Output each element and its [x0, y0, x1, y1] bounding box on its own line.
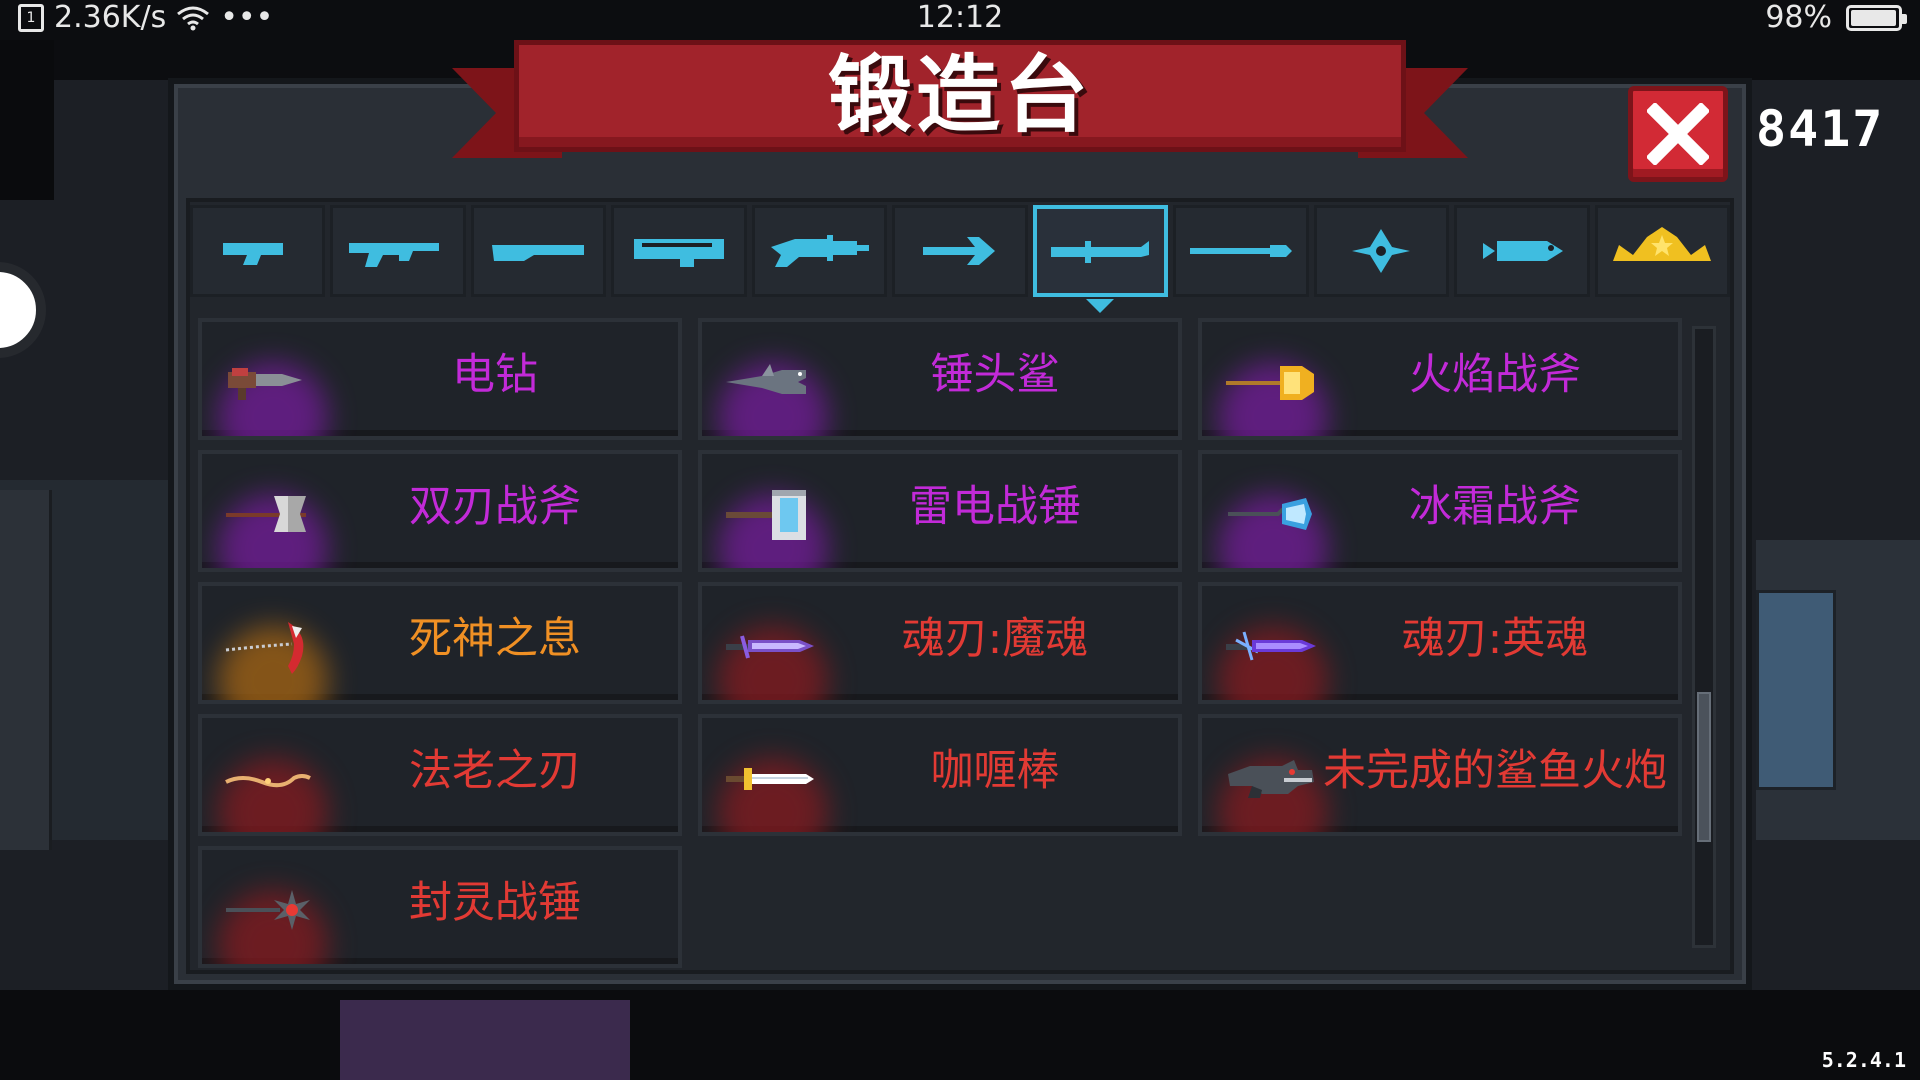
weapon-name: 咖喱棒 [930, 746, 1060, 796]
weapon-item[interactable]: 咖喱棒 [698, 714, 1182, 836]
flame-axe-icon [1226, 366, 1314, 400]
weapon-item[interactable]: 未完成的鲨鱼火炮 [1198, 714, 1682, 836]
weapon-item[interactable]: 封灵战锤 [198, 846, 682, 968]
weapon-name: 双刃战斧 [409, 482, 581, 532]
weapon-name: 死神之息 [409, 614, 581, 664]
frost-axe-icon [1228, 498, 1312, 530]
tab-shuriken[interactable] [1313, 205, 1450, 297]
crown-icon [1613, 227, 1712, 261]
hammerhead-shark-icon [726, 364, 806, 394]
tab-melee-weapon[interactable] [1032, 205, 1169, 313]
double-axe-icon [226, 496, 306, 532]
spear-icon [1189, 245, 1292, 257]
weapon-name: 雷电战锤 [909, 482, 1081, 532]
weapon-item[interactable]: 锤头鲨 [698, 318, 1182, 440]
seal-hammer-icon [226, 890, 310, 930]
tab-arrow-bow[interactable] [892, 205, 1028, 297]
thunder-hammer-icon [726, 490, 806, 540]
weapon-name: 冰霜战斧 [1409, 482, 1581, 532]
weapon-name: 火焰战斧 [1409, 350, 1581, 400]
weapon-item[interactable]: 魂刃:魔魂 [698, 582, 1182, 704]
weapon-name: 魂刃:英魂 [1401, 614, 1589, 664]
tab-rifle[interactable] [330, 205, 466, 297]
soul-blade-demon-icon [726, 635, 814, 659]
tab-launcher[interactable] [611, 205, 747, 297]
joystick-button[interactable] [0, 262, 46, 358]
melee-weapon-icon [1051, 241, 1150, 263]
battery-icon [1846, 4, 1907, 31]
tab-pistol[interactable] [190, 205, 326, 297]
weapon-name: 魂刃:魔魂 [901, 614, 1089, 664]
tab-laser-gun[interactable] [751, 205, 888, 297]
pistol-icon [222, 243, 283, 265]
pharaoh-blade-icon [225, 774, 311, 788]
gem-count: 8417 [1756, 100, 1885, 158]
weapon-item[interactable]: 死神之息 [198, 582, 682, 704]
weapon-name: 未完成的鲨鱼火炮 [1323, 746, 1667, 796]
weapon-item[interactable]: 法老之刃 [198, 714, 682, 836]
status-bar: 1 2.36K/s ••• 12:12 98% [0, 0, 1920, 36]
scythe-icon [225, 622, 304, 674]
shotgun-icon [491, 245, 584, 261]
background-console [1756, 590, 1836, 790]
weapon-item[interactable]: 火焰战斧 [1198, 318, 1682, 440]
launcher-icon [634, 239, 725, 267]
panel-title: 锻造台 [827, 46, 1092, 144]
battery-percent: 98% [1765, 0, 1832, 35]
weapon-name: 法老之刃 [409, 746, 581, 796]
clock: 12:12 [916, 0, 1004, 35]
weapon-name: 锤头鲨 [930, 350, 1060, 400]
weapon-grid: 电钻 锤头鲨 火焰战斧双刃战斧 雷电战锤 冰霜战斧死神之息 魂刃:魔魂 魂刃:英魂法老之刃 咖… [198, 318, 1686, 968]
close-icon [1647, 103, 1709, 165]
tab-crown[interactable] [1594, 205, 1730, 297]
background-carpet [340, 1000, 630, 1080]
weapon-item[interactable]: 雷电战锤 [698, 450, 1182, 572]
excalibur-icon [726, 768, 814, 790]
tab-spear[interactable] [1173, 205, 1309, 297]
weapon-name: 封灵战锤 [409, 878, 581, 928]
weapon-item[interactable]: 双刃战斧 [198, 450, 682, 572]
drill-icon [228, 368, 302, 400]
weapon-item[interactable]: 冰霜战斧 [1198, 450, 1682, 572]
weapon-item[interactable]: 电钻 [198, 318, 682, 440]
fish-icon [1482, 241, 1563, 261]
weapon-item[interactable]: 魂刃:英魂 [1198, 582, 1682, 704]
tab-fish[interactable] [1454, 205, 1590, 297]
shark-cannon-icon [1228, 760, 1314, 798]
weapon-category-tabs [190, 205, 1730, 313]
scrollbar-thumb[interactable] [1697, 692, 1711, 843]
soul-blade-hero-icon [1226, 631, 1316, 661]
arrow-bow-icon [922, 237, 995, 265]
tab-shotgun[interactable] [470, 205, 607, 297]
close-button[interactable] [1628, 86, 1728, 182]
rifle-icon [349, 243, 440, 267]
laser-gun-icon [770, 235, 869, 267]
game-screen: 1 2.36K/s ••• 12:12 98% 锻造台 8417 电钻 锤头鲨 … [0, 0, 1920, 1080]
weapon-list-scrollbar[interactable] [1692, 326, 1716, 948]
weapon-name: 电钻 [452, 350, 538, 400]
background-wall [0, 40, 54, 200]
background-machine [0, 490, 52, 850]
version-label: 5.2.4.1 [1821, 1048, 1906, 1072]
title-banner: 锻造台 [452, 40, 1468, 166]
background-floor [0, 990, 1920, 1080]
banner-body: 锻造台 [514, 40, 1406, 152]
shuriken-icon [1352, 229, 1411, 273]
